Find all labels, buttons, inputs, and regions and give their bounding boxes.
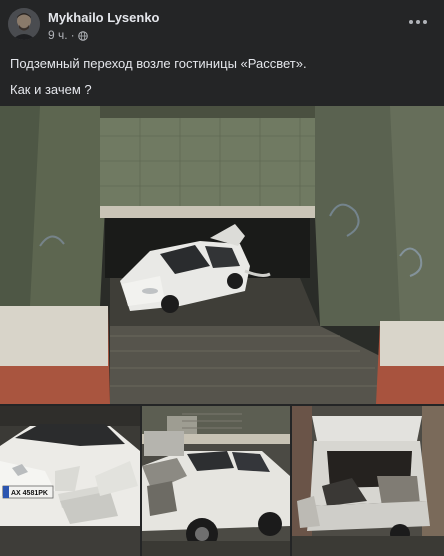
post-text-line1: Подземный переход возле гостиницы «Рассв…: [10, 56, 307, 71]
license-plate-text: AX 4581PK: [11, 490, 48, 497]
underpass-car-photo: [0, 106, 444, 404]
avatar-image: [8, 8, 40, 40]
facebook-post: Mykhailo Lysenko 9 ч. · Подземный перехо…: [0, 0, 444, 556]
post-header: Mykhailo Lysenko 9 ч. ·: [0, 0, 444, 48]
author-name[interactable]: Mykhailo Lysenko: [48, 10, 160, 25]
car-front-photo: AX 4581PK: [0, 406, 140, 556]
post-photo-main[interactable]: [0, 106, 444, 404]
meta-separator: ·: [70, 28, 75, 42]
post-photo-car-front[interactable]: AX 4581PK: [0, 406, 140, 556]
post-text-line2: Как и зачем ?: [10, 82, 92, 97]
post-photo-car-side[interactable]: [142, 406, 290, 556]
more-options-icon[interactable]: [406, 14, 430, 30]
globe-icon: [77, 30, 88, 41]
post-photo-car-rear[interactable]: [292, 406, 444, 556]
post-time[interactable]: 9 ч.: [48, 28, 68, 42]
author-avatar[interactable]: [8, 8, 40, 40]
car-rear-photo: [292, 406, 444, 556]
car-side-photo: [142, 406, 290, 556]
post-meta: 9 ч. ·: [48, 28, 88, 42]
